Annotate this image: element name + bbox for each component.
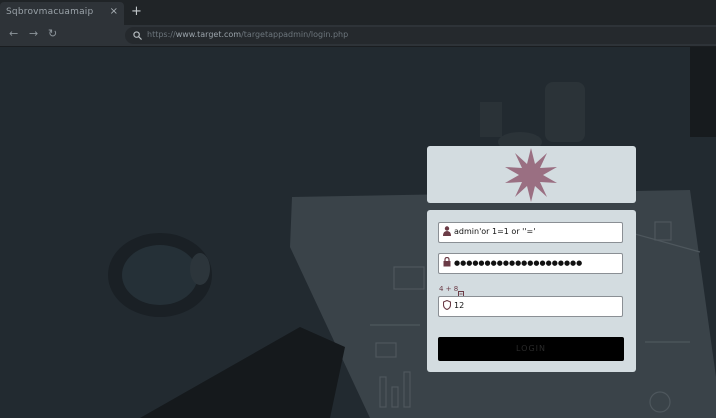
login-form: admin'or 1=1 or ''=' ●●●●●●●●●●●●●●●●●●●… (427, 210, 636, 372)
login-button-label: LOGIN (515, 344, 546, 353)
browser-tab[interactable]: Sqbrovmacuamaip × (0, 2, 124, 25)
captcha-question: 4 + 8 (439, 285, 459, 293)
back-button[interactable]: ← (9, 27, 18, 40)
new-tab-button[interactable]: + (131, 4, 142, 19)
login-button[interactable]: LOGIN (438, 337, 624, 361)
url-scheme: https:// (147, 30, 176, 39)
search-icon (133, 28, 142, 43)
reload-button[interactable]: ↻ (48, 27, 57, 40)
forward-button[interactable]: → (29, 27, 38, 40)
tab-title: Sqbrovmacuamaip (6, 7, 94, 17)
url-host: www.target.com (175, 30, 242, 39)
url-path: /targetappadmin/login.php (241, 30, 349, 39)
close-icon[interactable]: × (110, 6, 118, 17)
captcha-value: 12 (454, 301, 465, 310)
logo-panel (427, 146, 636, 203)
star-logo-icon (505, 148, 557, 202)
captcha-field[interactable]: 12 (438, 296, 623, 317)
username-field[interactable]: admin'or 1=1 or ''=' (438, 222, 623, 243)
url-text: https://www.target.com/targetappadmin/lo… (147, 30, 348, 39)
nav-bar: ← → ↻ https://www.target.com/targetappad… (0, 25, 716, 47)
address-bar[interactable]: https://www.target.com/targetappadmin/lo… (125, 27, 716, 44)
shield-icon (442, 299, 452, 313)
lock-icon (443, 256, 451, 270)
user-icon (443, 226, 451, 239)
password-field[interactable]: ●●●●●●●●●●●●●●●●●●●●● (438, 253, 623, 274)
password-value: ●●●●●●●●●●●●●●●●●●●●● (454, 259, 583, 267)
username-value: admin'or 1=1 or ''=' (454, 227, 536, 236)
page-background: admin'or 1=1 or ''=' ●●●●●●●●●●●●●●●●●●●… (0, 47, 716, 418)
tab-bar: Sqbrovmacuamaip × + (0, 0, 716, 25)
